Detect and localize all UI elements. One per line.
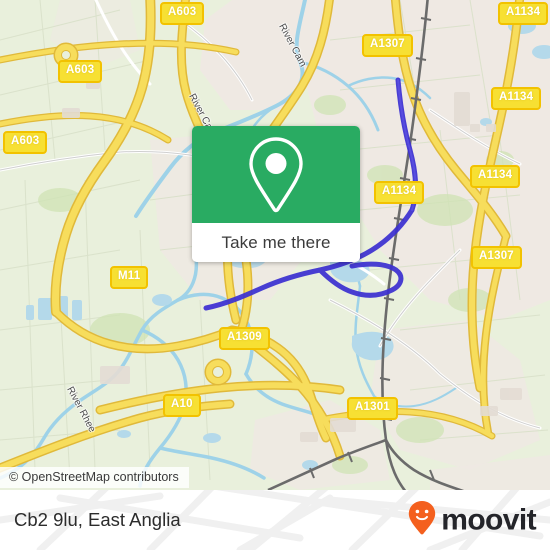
road-shield: A1134 — [470, 165, 521, 188]
moovit-wordmark: moovit — [441, 503, 536, 536]
road-shield: A603 — [58, 60, 103, 83]
map-pin-icon — [241, 133, 311, 217]
osm-attribution[interactable]: © OpenStreetMap contributors — [0, 467, 189, 488]
road-shield: A10 — [163, 394, 201, 417]
road-shield: M11 — [110, 266, 149, 289]
road-shield: A1309 — [219, 327, 270, 350]
road-shield: A1134 — [491, 87, 542, 110]
card-pin-header — [192, 126, 360, 223]
road-shield: A1307 — [362, 34, 413, 57]
road-shield: A1134 — [498, 2, 549, 25]
bottom-bar: Cb2 9lu, East Anglia moovit — [0, 490, 550, 550]
road-shield: A1301 — [347, 397, 398, 420]
road-shield: A603 — [160, 2, 205, 25]
moovit-smiley-pin-icon — [407, 500, 437, 541]
moovit-logo[interactable]: moovit — [407, 500, 537, 541]
page-title: Cb2 9lu, East Anglia — [14, 509, 181, 530]
moovit-map-screen: A603 A603 A603 A1307 A1134 A1134 A1134 A1134 A13… — [0, 0, 550, 550]
take-me-there-card[interactable]: Take me there — [192, 126, 360, 262]
take-me-there-button[interactable]: Take me there — [192, 223, 360, 262]
road-shield: A1134 — [374, 181, 425, 204]
road-shield: A603 — [3, 131, 48, 154]
road-shield: A1307 — [471, 246, 522, 269]
map-canvas[interactable]: A603 A603 A603 A1307 A1134 A1134 A1134 A1134 A13… — [0, 0, 550, 490]
